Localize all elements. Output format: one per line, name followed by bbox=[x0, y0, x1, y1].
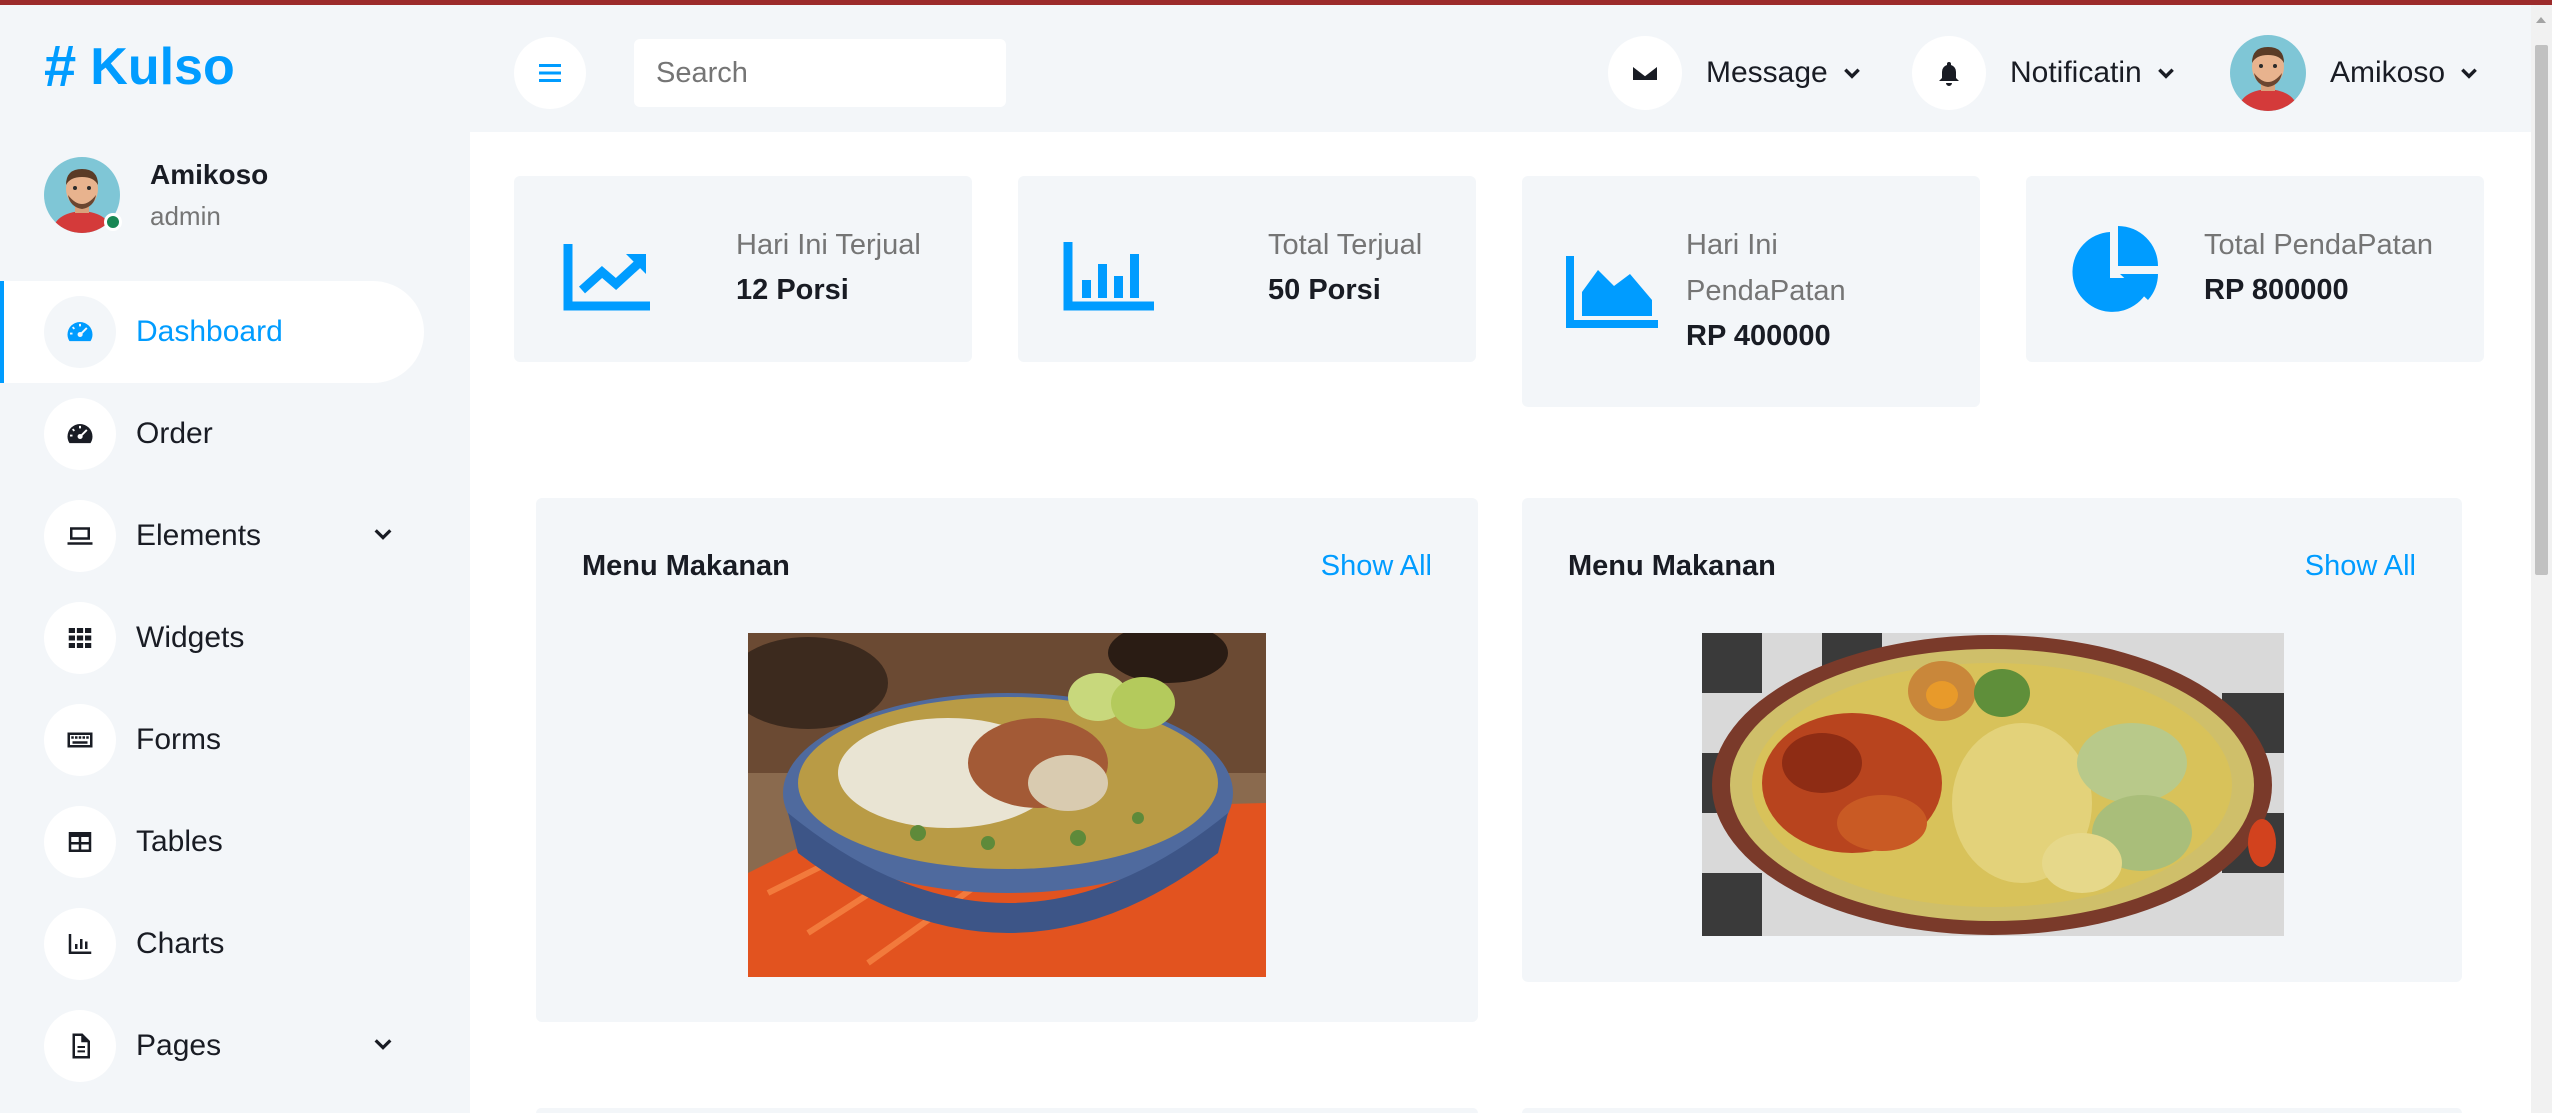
stat-card-today-sold: Hari Ini Terjual 12 Porsi bbox=[514, 176, 972, 362]
stat-value: RP 800000 bbox=[2204, 274, 2349, 306]
bar-chart-icon bbox=[1063, 242, 1154, 311]
profile-role: admin bbox=[150, 200, 221, 231]
notification-label: Notificatin bbox=[2010, 56, 2142, 89]
bar-chart-icon bbox=[44, 908, 116, 980]
sidebar-item-label: Tables bbox=[136, 825, 223, 858]
stat-card-total-sold: Total Terjual 50 Porsi bbox=[1018, 176, 1476, 362]
message-dropdown[interactable]: Message bbox=[1608, 35, 1862, 111]
avatar-image bbox=[2230, 35, 2306, 111]
search-input[interactable] bbox=[634, 39, 1006, 107]
sidebar-item-label: Forms bbox=[136, 723, 221, 756]
sidebar-item-label: Order bbox=[136, 417, 213, 450]
show-all-link[interactable]: Show All bbox=[2305, 550, 2416, 583]
scrollbar-thumb[interactable] bbox=[2535, 45, 2548, 575]
area-chart-icon bbox=[1566, 256, 1658, 328]
line-chart-icon bbox=[563, 244, 650, 311]
user-label: Amikoso bbox=[2330, 56, 2446, 89]
page-scrollbar[interactable] bbox=[2531, 5, 2552, 1113]
chevron-down-icon[interactable] bbox=[372, 1033, 394, 1055]
sidebar-item-elements[interactable]: Elements bbox=[0, 485, 424, 587]
scroll-up-arrow-icon[interactable] bbox=[2536, 17, 2546, 23]
lontong-sayur-photo bbox=[1702, 633, 2284, 936]
sidebar-item-label: Widgets bbox=[136, 621, 245, 654]
notification-dropdown[interactable]: Notificatin bbox=[1912, 35, 2176, 111]
sidebar-item-tables[interactable]: Tables bbox=[0, 791, 424, 893]
bell-icon bbox=[1912, 36, 1986, 110]
laptop-icon bbox=[44, 500, 116, 572]
sidebar-item-pages[interactable]: Pages bbox=[0, 995, 424, 1097]
soto-ayam-photo bbox=[748, 633, 1266, 977]
menu-card-peek bbox=[1522, 1108, 2462, 1113]
avatar bbox=[44, 157, 122, 233]
sidebar-item-label: Dashboard bbox=[136, 315, 283, 348]
pie-chart-icon bbox=[2072, 226, 2158, 312]
chevron-down-icon[interactable] bbox=[372, 523, 394, 545]
sidebar: # Kulso Amikoso admin Dashboard Order El… bbox=[0, 5, 470, 1113]
chevron-down-icon bbox=[2157, 68, 2174, 79]
sidebar-nav: Dashboard Order Elements Widgets Forms T… bbox=[0, 281, 470, 1097]
stat-label: Hari Ini PendaPatan bbox=[1686, 229, 1846, 307]
online-status-dot bbox=[104, 213, 122, 231]
message-label: Message bbox=[1706, 56, 1828, 89]
sidebar-toggle-button[interactable] bbox=[514, 37, 586, 109]
stat-value: 50 Porsi bbox=[1268, 274, 1381, 306]
stat-value: 12 Porsi bbox=[736, 274, 849, 306]
sidebar-item-charts[interactable]: Charts bbox=[0, 893, 424, 995]
user-dropdown[interactable]: Amikoso bbox=[2230, 35, 2479, 111]
brand-name: Kulso bbox=[90, 37, 235, 96]
sidebar-item-dashboard[interactable]: Dashboard bbox=[0, 281, 424, 383]
stat-label: Total PendaPatan bbox=[2204, 229, 2433, 261]
avatar bbox=[2230, 35, 2306, 111]
table-icon bbox=[44, 806, 116, 878]
stat-card-total-income: Total PendaPatan RP 800000 bbox=[2026, 176, 2484, 362]
keyboard-icon bbox=[44, 704, 116, 776]
sidebar-item-forms[interactable]: Forms bbox=[0, 689, 424, 791]
chevron-down-icon bbox=[1843, 68, 1860, 79]
stat-value: RP 400000 bbox=[1686, 320, 1831, 352]
menu-card: Menu Makanan Show All bbox=[1522, 498, 2462, 982]
sidebar-profile: Amikoso admin bbox=[44, 157, 268, 233]
menu-card: Menu Makanan Show All bbox=[536, 498, 1478, 1022]
top-header: Message Notificatin Amikoso bbox=[470, 5, 2552, 132]
file-icon bbox=[44, 1010, 116, 1082]
sidebar-item-widgets[interactable]: Widgets bbox=[0, 587, 424, 689]
brand-logo[interactable]: # Kulso bbox=[44, 33, 235, 100]
menu-card-peek bbox=[536, 1108, 1478, 1113]
sidebar-item-label: Elements bbox=[136, 519, 262, 552]
envelope-icon bbox=[1608, 36, 1682, 110]
stat-card-today-income: Hari Ini PendaPatan RP 400000 bbox=[1522, 176, 1980, 407]
menu-card-title: Menu Makanan bbox=[582, 550, 790, 582]
brand-hash: # bbox=[44, 34, 77, 99]
hamburger-icon bbox=[539, 64, 561, 82]
show-all-link[interactable]: Show All bbox=[1321, 550, 1432, 583]
sidebar-item-label: Charts bbox=[136, 927, 225, 960]
sidebar-item-order[interactable]: Order bbox=[0, 383, 424, 485]
grid-icon bbox=[44, 602, 116, 674]
tachometer-icon bbox=[44, 398, 116, 470]
stat-label: Hari Ini Terjual bbox=[736, 229, 921, 261]
chevron-down-icon bbox=[2461, 68, 2477, 79]
menu-card-title: Menu Makanan bbox=[1568, 550, 1776, 582]
stat-label: Total Terjual bbox=[1268, 229, 1423, 261]
tachometer-icon bbox=[44, 296, 116, 368]
sidebar-item-label: Pages bbox=[136, 1029, 222, 1062]
profile-name: Amikoso bbox=[150, 158, 269, 190]
